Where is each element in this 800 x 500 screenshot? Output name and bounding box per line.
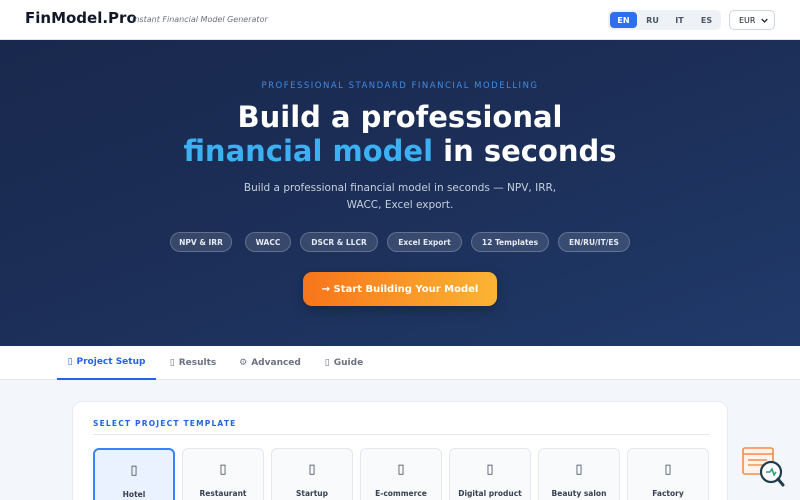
main-tabs: ▯ Project Setup ▯ Results ⚙ Advanced ▯ G… — [0, 346, 800, 380]
template-label: Factory — [652, 489, 684, 498]
currency-select[interactable]: EUR — [729, 10, 775, 30]
tab-label: Advanced — [251, 358, 301, 368]
laptop-icon: ▯ — [486, 462, 494, 477]
hero-title-accent: financial model — [183, 134, 434, 168]
lang-es-button[interactable]: ES — [693, 12, 720, 28]
feature-pill: EN/RU/IT/ES — [558, 232, 630, 252]
feature-pill: Excel Export — [387, 232, 462, 252]
template-ecommerce[interactable]: ▯ E-commerce — [360, 448, 442, 500]
hero-section: PROFESSIONAL STANDARD FINANCIAL MODELLIN… — [0, 40, 800, 346]
gear-icon: ⚙ — [239, 358, 248, 368]
tagline: Instant Financial Model Generator — [132, 15, 268, 24]
template-factory[interactable]: ▯ Factory — [627, 448, 709, 500]
template-beauty-salon[interactable]: ▯ Beauty salon — [538, 448, 620, 500]
restaurant-icon: ▯ — [219, 462, 227, 477]
search-assistant-icon[interactable] — [741, 446, 785, 490]
feature-pill: WACC — [245, 232, 291, 252]
tab-label: Guide — [333, 358, 364, 368]
tab-guide[interactable]: ▯ Guide — [322, 346, 366, 380]
tab-advanced[interactable]: ⚙ Advanced — [237, 346, 303, 380]
template-restaurant[interactable]: ▯ Restaurant — [182, 448, 264, 500]
scissors-icon: ▯ — [575, 462, 583, 477]
feature-pill: NPV & IRR — [170, 232, 232, 252]
tab-project-setup[interactable]: ▯ Project Setup — [57, 346, 156, 380]
hero-title-line2: financial model in seconds — [0, 134, 800, 168]
template-digital-product[interactable]: ▯ Digital product — [449, 448, 531, 500]
template-label: Startup — [295, 489, 329, 498]
book-icon: ▯ — [324, 358, 330, 368]
factory-icon: ▯ — [664, 462, 672, 477]
rocket-icon: ▯ — [308, 462, 316, 477]
currency-value: EUR — [739, 15, 756, 25]
template-label: E-commerce — [375, 489, 427, 498]
feature-pill: DSCR & LLCR — [300, 232, 378, 252]
clipboard-icon: ▯ — [67, 357, 73, 367]
hotel-icon: ▯ — [130, 463, 138, 478]
tab-label: Project Setup — [76, 357, 146, 367]
hero-description: Build a professional financial model in … — [243, 182, 557, 211]
language-switcher: EN RU IT ES — [608, 10, 721, 30]
hero-title: Build a professional financial model in … — [0, 100, 800, 168]
hero-title-rest: in seconds — [433, 134, 617, 168]
logo[interactable]: FinModel.Pro — [25, 9, 137, 27]
template-card: SELECT PROJECT TEMPLATE ▯ Hotel ▯ Restau… — [72, 401, 728, 500]
template-hotel[interactable]: ▯ Hotel — [93, 448, 175, 500]
chart-icon: ▯ — [169, 358, 175, 368]
template-label: Hotel — [122, 490, 146, 499]
cart-icon: ▯ — [397, 462, 405, 477]
divider — [93, 434, 709, 435]
start-building-button[interactable]: → Start Building Your Model — [303, 272, 497, 306]
top-header: FinModel.Pro Instant Financial Model Gen… — [0, 0, 800, 40]
lang-it-button[interactable]: IT — [666, 12, 693, 28]
template-label: Restaurant — [199, 489, 247, 498]
tab-label: Results — [178, 358, 217, 368]
section-title: SELECT PROJECT TEMPLATE — [93, 419, 237, 428]
feature-pill: 12 Templates — [471, 232, 549, 252]
tab-results[interactable]: ▯ Results — [165, 346, 221, 380]
hero-eyebrow: PROFESSIONAL STANDARD FINANCIAL MODELLIN… — [261, 81, 539, 91]
template-startup[interactable]: ▯ Startup — [271, 448, 353, 500]
lang-ru-button[interactable]: RU — [639, 12, 666, 28]
hero-title-line1: Build a professional — [237, 100, 563, 134]
template-label: Beauty salon — [551, 489, 607, 498]
lang-en-button[interactable]: EN — [610, 12, 637, 28]
template-label: Digital product — [458, 489, 522, 498]
chevron-down-icon — [761, 18, 768, 23]
